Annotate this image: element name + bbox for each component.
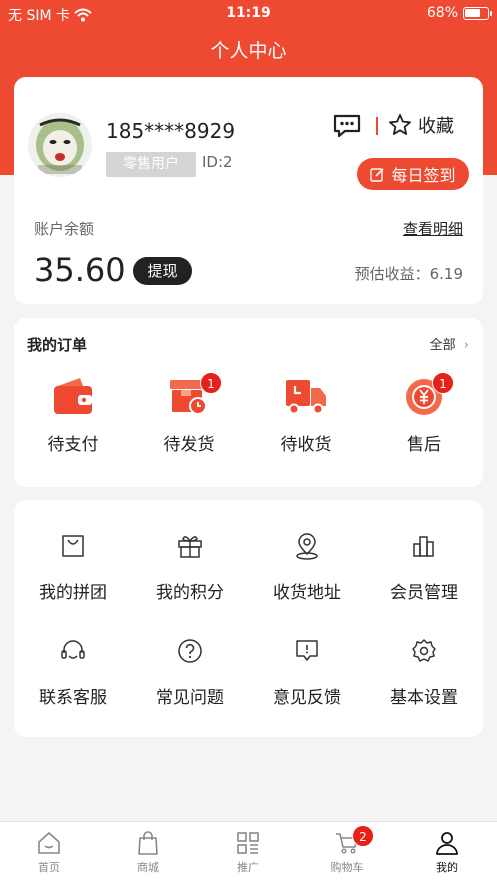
truck-icon	[286, 380, 326, 415]
status-bar: 无 SIM 卡 11:19 68%	[0, 0, 497, 28]
star-icon	[389, 114, 411, 135]
settings-icon	[412, 639, 436, 662]
tool-shipping-address[interactable]: 收货地址	[252, 532, 362, 603]
estimated-earnings: 预估收益：6.19	[354, 265, 463, 283]
orders-title: 我的订单	[27, 336, 88, 354]
tool-label: 常见问题	[156, 688, 224, 708]
message-icon[interactable]	[332, 113, 362, 139]
order-label: 待支付	[47, 435, 99, 455]
tool-label: 会员管理	[390, 583, 458, 603]
gift-icon	[178, 536, 202, 558]
tab-mine[interactable]: 我的	[407, 830, 487, 875]
bag-icon	[62, 535, 84, 557]
tab-cart[interactable]: 购物车 2	[307, 825, 387, 875]
order-pending-shipment[interactable]: 待发货 1	[139, 372, 239, 461]
favorites-button[interactable]: 收藏	[388, 112, 454, 138]
user-icon	[436, 832, 458, 855]
page-title: 个人中心	[210, 40, 287, 62]
order-pending-payment[interactable]: 待支付	[23, 376, 123, 461]
user-phone: 185****8929	[106, 119, 236, 143]
tool-label: 我的拼团	[39, 583, 107, 603]
avatar[interactable]	[28, 113, 92, 177]
tool-feedback[interactable]: 意见反馈	[252, 637, 362, 708]
orders-card: 我的订单 全部 › 待支付 待发货 1 待收货 售后 1	[14, 318, 483, 487]
tool-label: 基本设置	[390, 688, 458, 708]
tab-label: 推广	[237, 861, 259, 874]
tool-label: 收货地址	[273, 583, 341, 603]
profile-card: 185****8929 零售用户 ID:2 收藏 每日签到 账户余额 查看明细 …	[14, 77, 483, 304]
bottom-tab-bar: 首页 商城 推广 购物车 2 我的	[0, 821, 497, 883]
tab-home[interactable]: 首页	[9, 830, 89, 875]
battery-icon	[463, 6, 492, 20]
order-pending-receipt[interactable]: 待收货	[256, 376, 356, 461]
order-label: 待发货	[163, 435, 215, 455]
order-label: 待收货	[280, 435, 332, 455]
tool-customer-service[interactable]: 联系客服	[18, 637, 128, 708]
tool-basic-settings[interactable]: 基本设置	[369, 637, 479, 708]
chevron-right-icon: ›	[463, 338, 469, 353]
notification-badge: 1	[200, 372, 222, 394]
tool-faq[interactable]: 常见问题	[135, 637, 245, 708]
orders-all-link[interactable]: 全部 ›	[430, 334, 469, 353]
tab-label: 购物车	[330, 861, 364, 874]
shop-bag-icon	[138, 831, 158, 855]
tool-my-group-buy[interactable]: 我的拼团	[18, 532, 128, 603]
role-badge: 零售用户	[106, 152, 196, 177]
headset-icon	[61, 640, 85, 659]
grid-icon	[237, 832, 259, 854]
tool-label: 意见反馈	[273, 688, 341, 708]
user-id: ID:2	[202, 153, 233, 171]
tab-label: 我的	[436, 861, 458, 874]
orders-all-label: 全部	[429, 338, 456, 353]
home-icon	[38, 832, 60, 854]
balance-label: 账户余额	[34, 220, 95, 238]
clock: 11:19	[226, 5, 271, 21]
tools-card: 我的拼团 我的积分 收货地址 会员管理 联系客服 常见问题 意见反馈 基本设置	[14, 500, 483, 737]
bar-chart-icon	[413, 536, 434, 557]
avatar-face-icon	[28, 113, 92, 177]
tool-member-management[interactable]: 会员管理	[369, 532, 479, 603]
favorites-label: 收藏	[418, 116, 454, 137]
signin-label: 每日签到	[391, 166, 456, 185]
header-divider	[376, 117, 378, 135]
daily-signin-button[interactable]: 每日签到	[357, 158, 469, 190]
withdraw-button[interactable]: 提现	[133, 257, 192, 285]
edit-icon	[370, 167, 385, 182]
tab-label: 首页	[38, 861, 60, 874]
battery-percent: 68%	[426, 5, 458, 21]
order-label: 售后	[407, 435, 441, 455]
tool-my-points[interactable]: 我的积分	[135, 532, 245, 603]
view-details-link[interactable]: 查看明细	[403, 218, 463, 239]
tab-promotion[interactable]: 推广	[208, 830, 288, 875]
tool-label: 联系客服	[39, 688, 107, 708]
tab-mall[interactable]: 商城	[108, 830, 188, 875]
order-after-sales[interactable]: 售后 1	[374, 372, 474, 461]
cart-badge: 2	[352, 825, 374, 847]
question-icon	[178, 639, 202, 663]
feedback-icon	[296, 640, 318, 661]
notification-badge: 1	[432, 372, 454, 394]
location-icon	[296, 533, 318, 560]
tab-label: 商城	[137, 861, 159, 874]
balance-amount: 35.60	[34, 251, 126, 289]
tool-label: 我的积分	[156, 583, 224, 603]
wallet-icon	[54, 378, 92, 414]
